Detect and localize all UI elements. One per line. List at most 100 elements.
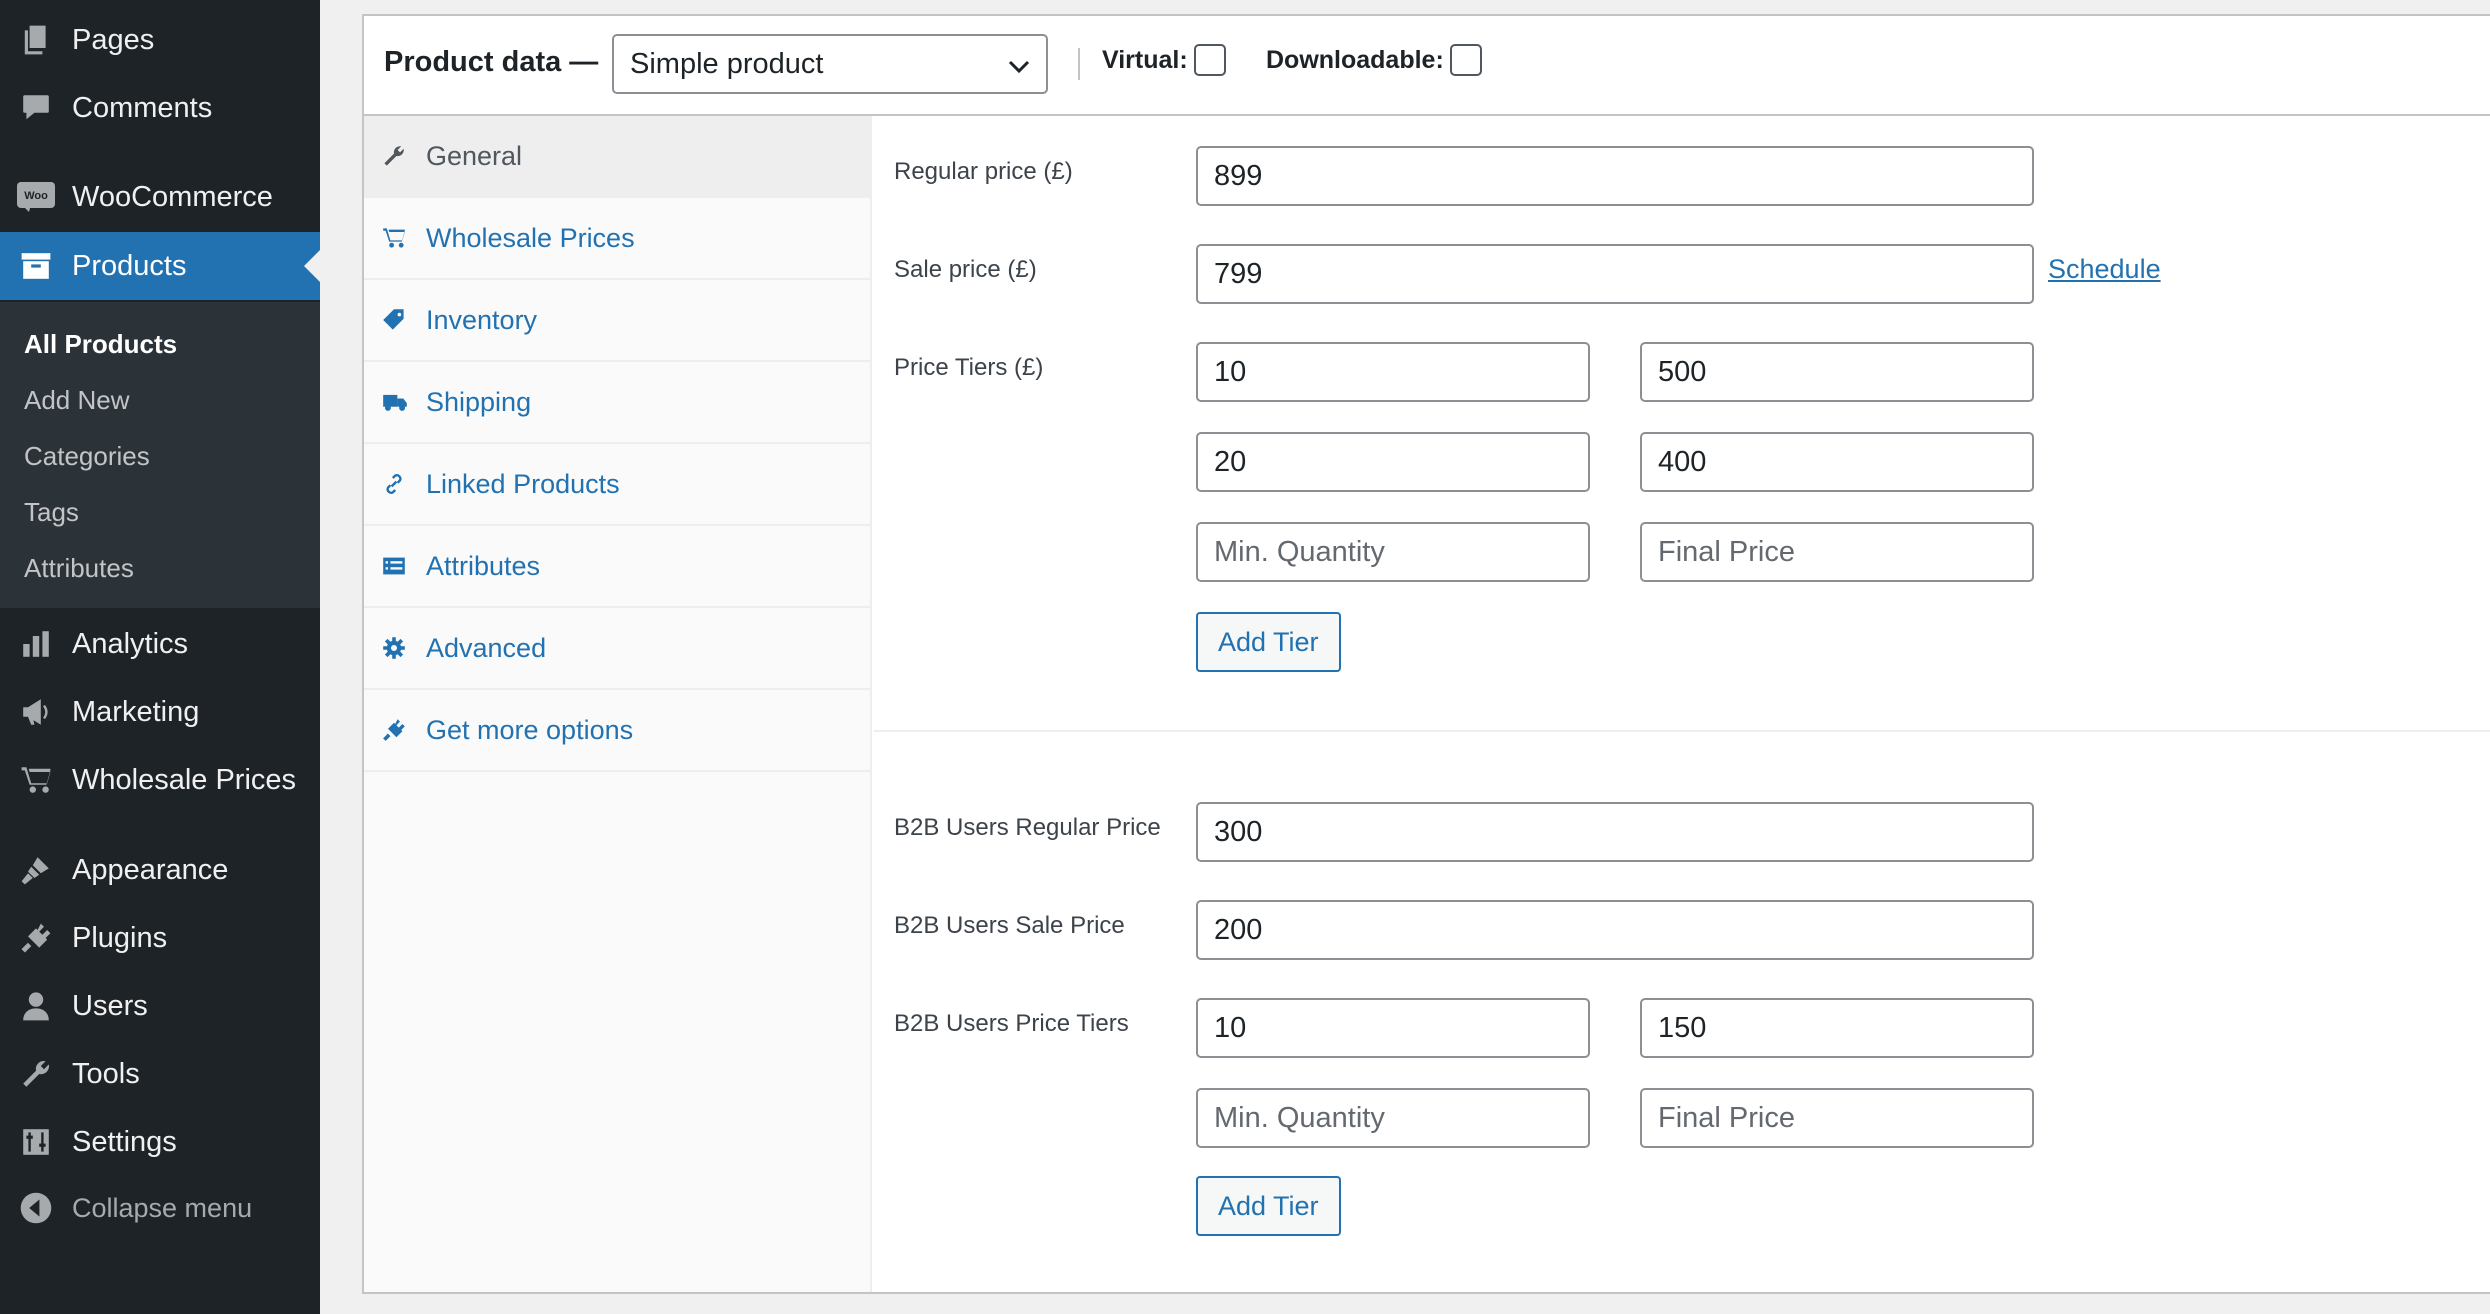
menu-item-label: Settings <box>72 1125 177 1158</box>
new-tier-min-quantity-input[interactable] <box>1196 522 1590 582</box>
menu-item-plugins[interactable]: Plugins <box>0 904 320 972</box>
submenu-attributes[interactable]: Attributes <box>0 540 320 596</box>
tab-label: Attributes <box>426 550 541 581</box>
list-icon <box>364 554 426 578</box>
sliders-icon <box>0 1126 72 1158</box>
sale-price-input[interactable] <box>1196 244 2034 304</box>
collapse-label: Collapse menu <box>72 1192 253 1223</box>
product-data-panel: Product data — Simple product Virtual: D… <box>362 14 2490 1294</box>
product-data-header: Product data — Simple product Virtual: D… <box>364 16 2490 116</box>
tab-attributes[interactable]: Attributes <box>364 526 870 608</box>
virtual-checkbox[interactable] <box>1193 44 1226 76</box>
regular-price-input[interactable] <box>1196 146 2034 206</box>
menu-item-wholesale-prices[interactable]: Wholesale Prices <box>0 746 320 814</box>
tab-advanced[interactable]: Advanced <box>364 608 870 690</box>
gear-icon <box>364 636 426 660</box>
b2b-sale-price-input[interactable] <box>1196 900 2034 960</box>
menu-item-analytics[interactable]: Analytics <box>0 610 320 678</box>
tab-get-more-options[interactable]: Get more options <box>364 690 870 772</box>
menu-item-marketing[interactable]: Marketing <box>0 678 320 746</box>
woo-icon-text: Woo <box>24 190 48 202</box>
add-tier-button[interactable]: Add Tier <box>1196 612 1341 672</box>
submenu-categories[interactable]: Categories <box>0 428 320 484</box>
b2b-new-tier-min-quantity-input[interactable] <box>1196 1088 1590 1148</box>
menu-item-label: Wholesale Prices <box>72 763 297 796</box>
b2b-regular-price-input[interactable] <box>1196 802 2034 862</box>
comments-icon <box>0 92 72 124</box>
menu-item-label: WooCommerce <box>72 180 273 213</box>
bar-chart-icon <box>0 628 72 660</box>
menu-item-woocommerce[interactable]: Woo WooCommerce <box>0 163 320 231</box>
submenu-add-new[interactable]: Add New <box>0 372 320 428</box>
menu-item-products[interactable]: Products <box>0 232 320 300</box>
tag-icon <box>364 308 426 332</box>
tab-shipping[interactable]: Shipping <box>364 362 870 444</box>
tier-2-min-quantity-input[interactable] <box>1196 432 1590 492</box>
tab-wholesale-prices[interactable]: Wholesale Prices <box>364 198 870 280</box>
brush-icon <box>0 854 72 886</box>
wrench-icon <box>0 1058 72 1090</box>
menu-item-appearance[interactable]: Appearance <box>0 836 320 904</box>
tab-linked-products[interactable]: Linked Products <box>364 444 870 526</box>
new-tier-final-price-input[interactable] <box>1640 522 2034 582</box>
b2b-new-tier-final-price-input[interactable] <box>1640 1088 2034 1148</box>
tab-label: Linked Products <box>426 468 620 499</box>
menu-item-users[interactable]: Users <box>0 972 320 1040</box>
link-icon <box>364 472 426 496</box>
collapse-menu-button[interactable]: Collapse menu <box>0 1174 320 1242</box>
submenu-all-products[interactable]: All Products <box>0 316 320 372</box>
tier-2-final-price-input[interactable] <box>1640 432 2034 492</box>
menu-item-label: Appearance <box>72 853 229 886</box>
menu-item-label: Pages <box>72 23 155 56</box>
sale-price-label: Sale price (£) <box>894 256 1037 283</box>
menu-item-settings[interactable]: Settings <box>0 1108 320 1176</box>
price-tiers-label: Price Tiers (£) <box>894 354 1044 381</box>
schedule-link[interactable]: Schedule <box>2048 254 2161 285</box>
menu-item-label: Plugins <box>72 921 168 954</box>
product-type-select[interactable]: Simple product <box>612 34 1048 94</box>
menu-item-tools[interactable]: Tools <box>0 1040 320 1108</box>
pages-icon <box>0 24 72 56</box>
b2b-tier-1-min-quantity-input[interactable] <box>1196 998 1590 1058</box>
wrench-icon <box>364 144 426 168</box>
regular-price-label: Regular price (£) <box>894 158 1073 185</box>
user-icon <box>0 990 72 1022</box>
tier-1-final-price-input[interactable] <box>1640 342 2034 402</box>
downloadable-toggle: Downloadable: <box>1266 44 1482 76</box>
downloadable-checkbox[interactable] <box>1449 44 1482 76</box>
tab-label: Shipping <box>426 386 532 417</box>
menu-item-label: Products <box>72 249 187 282</box>
tier-1-min-quantity-input[interactable] <box>1196 342 1590 402</box>
submenu-tags[interactable]: Tags <box>0 484 320 540</box>
menu-item-label: Tools <box>72 1057 140 1090</box>
woo-icon: Woo <box>0 182 72 212</box>
b2b-add-tier-button[interactable]: Add Tier <box>1196 1176 1341 1236</box>
tab-general[interactable]: General <box>364 116 870 198</box>
admin-sidebar: Pages Comments Woo WooCommerce Products … <box>0 0 320 1314</box>
header-separator <box>1078 48 1080 80</box>
cart-icon <box>0 764 72 796</box>
product-type-value: Simple product <box>630 47 824 80</box>
tab-label: Wholesale Prices <box>426 222 635 253</box>
product-data-tabs: General Wholesale Prices Inventory Shipp… <box>364 116 872 1292</box>
megaphone-icon <box>0 696 72 728</box>
tab-label: Advanced <box>426 632 547 663</box>
plug-icon <box>364 718 426 742</box>
products-submenu: All Products Add New Categories Tags Att… <box>0 302 320 608</box>
chevron-down-icon <box>1006 54 1032 78</box>
menu-item-label: Analytics <box>72 627 189 660</box>
menu-item-label: Comments <box>72 91 213 124</box>
product-data-title: Product data — <box>384 46 599 78</box>
collapse-icon <box>0 1191 72 1225</box>
cart-icon <box>364 226 426 250</box>
b2b-price-tiers-label: B2B Users Price Tiers <box>894 1010 1129 1037</box>
tab-inventory[interactable]: Inventory <box>364 280 870 362</box>
truck-icon <box>364 390 426 414</box>
tab-label: Get more options <box>426 714 634 745</box>
tab-label: General <box>426 140 523 171</box>
menu-item-pages[interactable]: Pages <box>0 6 320 74</box>
tab-label: Inventory <box>426 304 538 335</box>
menu-item-comments[interactable]: Comments <box>0 74 320 142</box>
downloadable-label: Downloadable: <box>1266 45 1444 74</box>
b2b-tier-1-final-price-input[interactable] <box>1640 998 2034 1058</box>
